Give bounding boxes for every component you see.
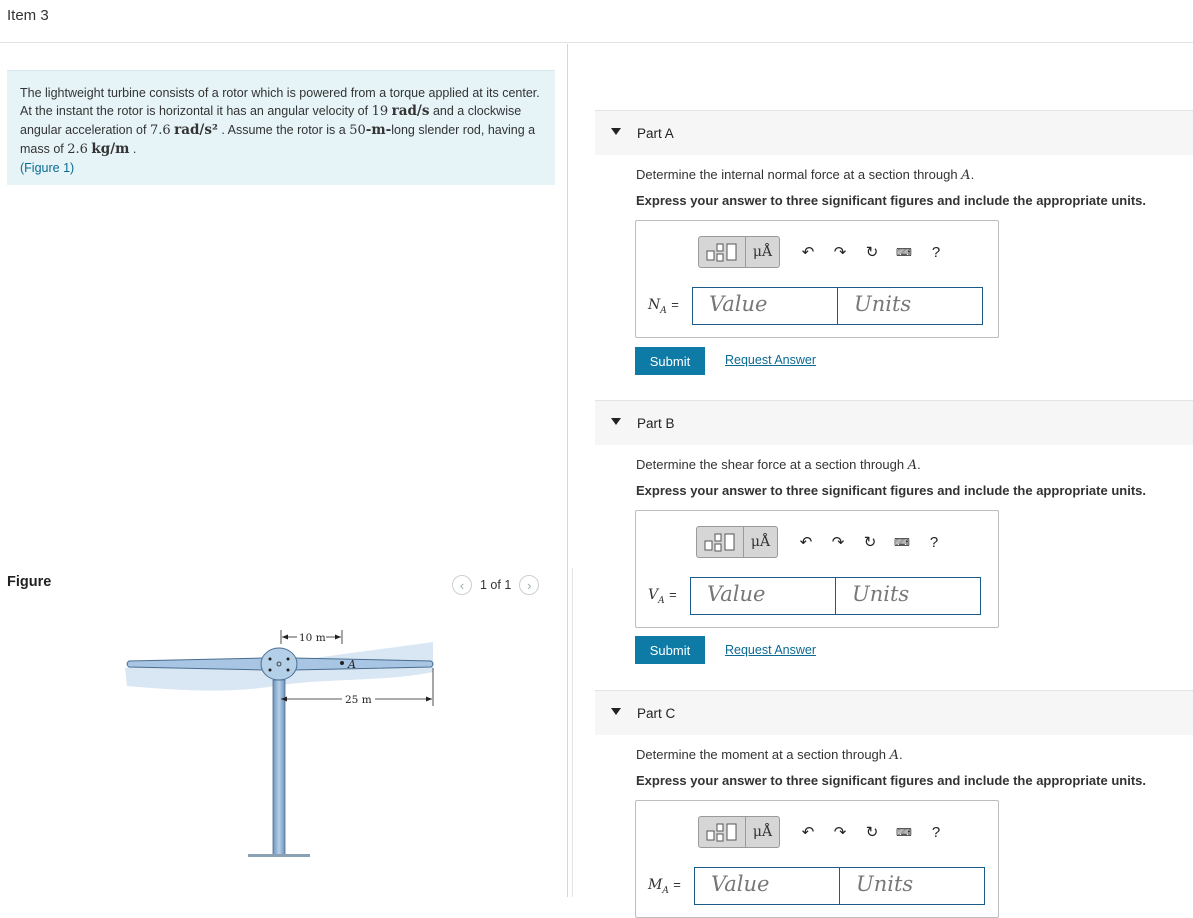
answer-variable: MA =: [648, 876, 681, 896]
dim-25-label: 25 m: [345, 694, 372, 706]
templates-button[interactable]: [698, 816, 746, 848]
part-c-answer-box: μÅ ↶ ↷ ↻ ⌨ ? MA = Value Units: [635, 800, 999, 918]
collapse-triangle-icon[interactable]: [611, 708, 621, 715]
turbine-figure: A 10 m 25 m: [125, 630, 434, 857]
redo-icon[interactable]: ↷: [824, 823, 856, 841]
chevron-left-icon[interactable]: ‹: [452, 575, 472, 595]
request-answer-link[interactable]: Request Answer: [725, 353, 816, 367]
part-c-header[interactable]: Part C: [595, 690, 1193, 735]
part-a-header[interactable]: Part A: [595, 110, 1193, 155]
point-a-marker: [340, 661, 344, 665]
fraction-template-icon: [704, 533, 735, 552]
keyboard-icon[interactable]: ⌨: [888, 246, 920, 259]
value-input[interactable]: Value: [690, 577, 836, 615]
keyboard-icon[interactable]: ⌨: [886, 536, 918, 549]
keyboard-icon[interactable]: ⌨: [888, 826, 920, 839]
part-c-instruction: Express your answer to three significant…: [636, 773, 1146, 788]
units-symbols-button[interactable]: μÅ: [746, 816, 780, 848]
part-b-instruction: Express your answer to three significant…: [636, 483, 1146, 498]
submit-button[interactable]: Submit: [635, 347, 705, 375]
undo-icon[interactable]: ↶: [792, 823, 824, 841]
help-icon[interactable]: ?: [918, 534, 950, 551]
units-input[interactable]: Units: [835, 577, 981, 615]
ground-base: [248, 854, 310, 857]
submit-button[interactable]: Submit: [635, 636, 705, 664]
answer-row: NA = Value Units: [648, 287, 983, 325]
math-toolbar: μÅ ↶ ↷ ↻ ⌨ ?: [696, 526, 950, 558]
redo-icon[interactable]: ↷: [824, 243, 856, 261]
pane-divider[interactable]: [567, 44, 568, 897]
fraction-template-icon: [706, 243, 737, 262]
units-symbols-button[interactable]: μÅ: [746, 236, 780, 268]
rotor-hub: [260, 647, 298, 681]
collapse-triangle-icon[interactable]: [611, 418, 621, 425]
collapse-triangle-icon[interactable]: [611, 128, 621, 135]
undo-icon[interactable]: ↶: [790, 533, 822, 551]
templates-button[interactable]: [698, 236, 746, 268]
value-input[interactable]: Value: [694, 867, 840, 905]
problem-text: The lightweight turbine consists of a ro…: [20, 86, 540, 175]
answer-row: VA = Value Units: [648, 577, 981, 615]
point-a-label: A: [347, 658, 356, 671]
part-b-label: Part B: [637, 416, 675, 431]
tower-pole: [272, 679, 286, 856]
item-title: Item 3: [7, 7, 49, 24]
part-b-question: Determine the shear force at a section t…: [636, 457, 921, 473]
help-icon[interactable]: ?: [920, 824, 952, 841]
part-b-header[interactable]: Part B: [595, 400, 1193, 445]
math-toolbar: μÅ ↶ ↷ ↻ ⌨ ?: [698, 816, 952, 848]
units-symbols-button[interactable]: μÅ: [744, 526, 778, 558]
templates-button[interactable]: [696, 526, 744, 558]
dim-10-label: 10 m: [299, 632, 326, 644]
part-a-question: Determine the internal normal force at a…: [636, 167, 975, 183]
reset-icon[interactable]: ↻: [856, 823, 888, 841]
units-input[interactable]: Units: [837, 287, 983, 325]
help-icon[interactable]: ?: [920, 244, 952, 261]
redo-icon[interactable]: ↷: [822, 533, 854, 551]
answer-row: MA = Value Units: [648, 867, 985, 905]
pager-text: 1 of 1: [480, 578, 512, 592]
part-b-answer-box: μÅ ↶ ↷ ↻ ⌨ ? VA = Value Units: [635, 510, 999, 628]
figure-pane-edge: [572, 568, 573, 897]
header-divider: [0, 42, 1193, 43]
part-a-label: Part A: [637, 126, 674, 141]
request-answer-link[interactable]: Request Answer: [725, 643, 816, 657]
answer-variable: NA =: [648, 296, 679, 316]
units-input[interactable]: Units: [839, 867, 985, 905]
part-a-instruction: Express your answer to three significant…: [636, 193, 1146, 208]
part-a-answer-box: μÅ ↶ ↷ ↻ ⌨ ? NA = Value Units: [635, 220, 999, 338]
answer-variable: VA =: [648, 586, 677, 606]
undo-icon[interactable]: ↶: [792, 243, 824, 261]
figure-heading: Figure: [7, 574, 52, 590]
problem-statement: The lightweight turbine consists of a ro…: [7, 70, 555, 185]
reset-icon[interactable]: ↻: [854, 533, 886, 551]
value-input[interactable]: Value: [692, 287, 838, 325]
part-c-question: Determine the moment at a section throug…: [636, 747, 903, 763]
part-c-label: Part C: [637, 706, 676, 721]
reset-icon[interactable]: ↻: [856, 243, 888, 261]
figure-pager: ‹ 1 of 1 ›: [452, 575, 540, 595]
figure-link[interactable]: (Figure 1): [20, 161, 74, 175]
math-toolbar: μÅ ↶ ↷ ↻ ⌨ ?: [698, 236, 952, 268]
fraction-template-icon: [706, 823, 737, 842]
chevron-right-icon[interactable]: ›: [519, 575, 540, 595]
